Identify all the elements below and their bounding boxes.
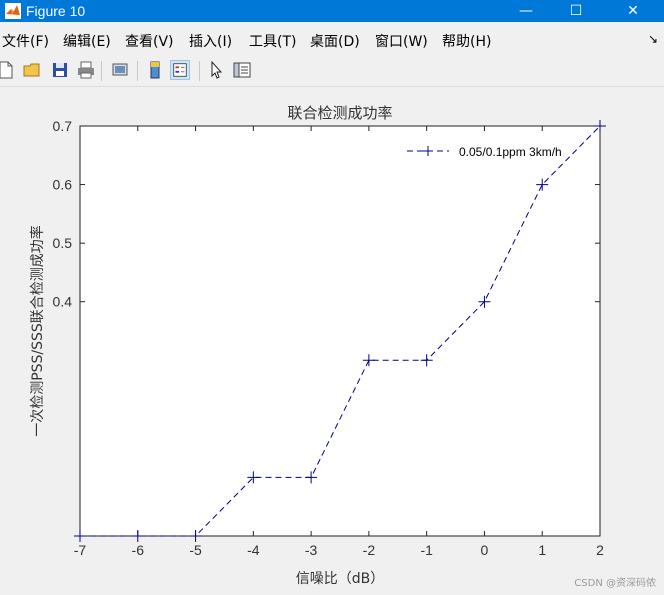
x-tick-label: -1 xyxy=(420,542,433,558)
x-tick-label: 2 xyxy=(596,542,604,558)
close-button[interactable]: ✕ xyxy=(610,0,656,22)
maximize-button[interactable]: ☐ xyxy=(553,0,599,22)
dock-arrow-icon[interactable]: ↘ xyxy=(648,32,658,46)
new-file-icon[interactable] xyxy=(0,60,16,80)
figure-canvas: 联合检测成功率 信噪比（dB） 一次检测PSS/SSS联合检测成功率 -7 -6 -… xyxy=(0,87,664,595)
menu-window[interactable]: 窗口(W) xyxy=(375,33,428,51)
toolbar-separator xyxy=(101,61,102,81)
link-plot-icon[interactable] xyxy=(110,60,130,80)
menu-tools[interactable]: 工具(T) xyxy=(249,33,296,51)
y-tick-label: 0.7 xyxy=(53,118,73,134)
save-icon[interactable] xyxy=(50,60,70,80)
x-tick-label: -7 xyxy=(74,542,87,558)
chart-title: 联合检测成功率 xyxy=(287,104,392,122)
open-folder-icon[interactable] xyxy=(22,60,42,80)
window-title: Figure 10 xyxy=(26,3,86,19)
x-tick-label: 1 xyxy=(538,542,546,558)
y-tick-label: 0.4 xyxy=(53,294,73,310)
menu-insert[interactable]: 插入(I) xyxy=(189,33,232,51)
menu-view[interactable]: 查看(V) xyxy=(125,33,174,51)
y-tick-label: 0.6 xyxy=(53,177,73,193)
y-axis-label: 一次检测PSS/SSS联合检测成功率 xyxy=(29,225,46,437)
x-tick-label: -5 xyxy=(189,542,202,558)
y-tick-label: 0.5 xyxy=(53,235,73,251)
title-bar: Figure 10 — ☐ ✕ xyxy=(0,0,664,22)
toolbar-separator xyxy=(137,61,138,81)
plot-area xyxy=(79,125,601,537)
menu-desktop[interactable]: 桌面(D) xyxy=(310,33,360,51)
menu-bar: 文件(F) 编辑(E) 查看(V) 插入(I) 工具(T) 桌面(D) 窗口(W… xyxy=(0,30,664,54)
toolbar-separator xyxy=(199,61,200,81)
x-tick-label: 0 xyxy=(481,542,489,558)
print-icon[interactable] xyxy=(76,60,96,80)
x-tick-label: -6 xyxy=(132,542,145,558)
property-editor-icon[interactable] xyxy=(232,60,252,80)
x-tick-label: -3 xyxy=(305,542,318,558)
menu-file[interactable]: 文件(F) xyxy=(2,33,49,51)
x-axis-label: 信噪比（dB） xyxy=(296,571,385,587)
x-tick-label: -4 xyxy=(247,542,260,558)
colorbar-icon[interactable] xyxy=(145,60,165,80)
pointer-icon[interactable] xyxy=(207,60,227,80)
minimize-button[interactable]: — xyxy=(503,0,549,22)
toolbar xyxy=(0,56,664,87)
legend-label: 0.05/0.1ppm 3km/h xyxy=(459,145,562,159)
watermark: CSDN @资深码侬 xyxy=(574,578,656,589)
menu-help[interactable]: 帮助(H) xyxy=(442,33,491,51)
x-tick-label: -2 xyxy=(363,542,376,558)
menu-edit[interactable]: 编辑(E) xyxy=(63,33,111,51)
legend-icon[interactable] xyxy=(170,60,190,80)
matlab-icon xyxy=(5,3,21,19)
